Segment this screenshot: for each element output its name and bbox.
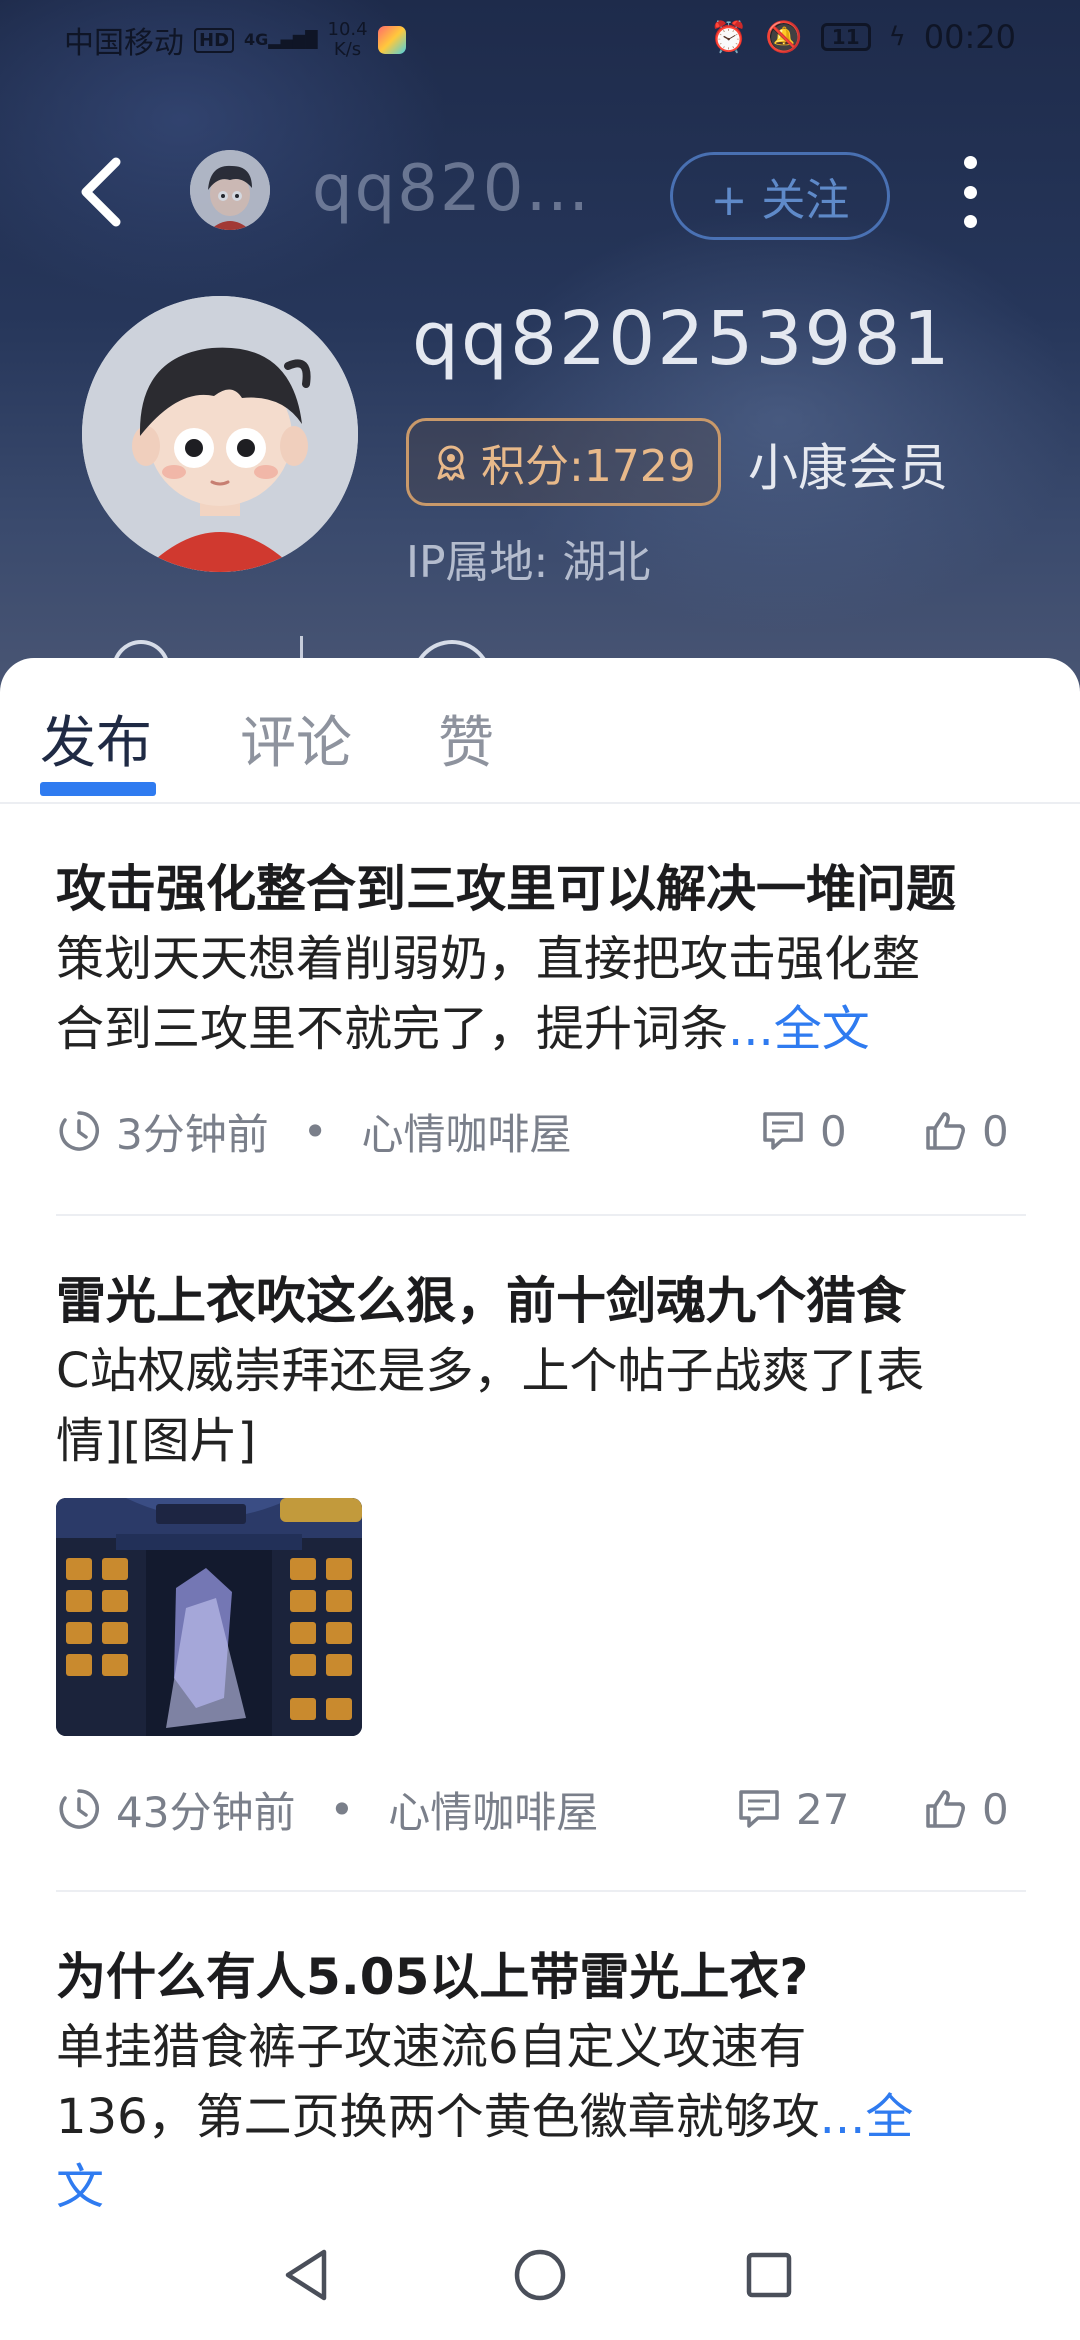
status-left: 中国移动 HD 4G▂▄▆█ 10.4 K/s [64, 18, 406, 62]
post-time-label: 43分钟前 [116, 1787, 296, 1837]
more-dot-icon [963, 215, 977, 228]
post-time: 43分钟前 [56, 1779, 295, 1840]
battery-level: 11 [831, 25, 860, 49]
header-avatar[interactable] [190, 150, 270, 230]
clock-icon [59, 1789, 99, 1829]
signal-icon: 4G▂▄▆█ [244, 30, 318, 49]
cartoon-avatar-icon [82, 296, 358, 572]
mute-bell-icon: 🔕 [765, 19, 803, 55]
post-body[interactable]: 策划天天想着削弱奶，直接把攻击强化整 合到三攻里不就完了，提升词条...全文 [56, 924, 1026, 1064]
tab-posts[interactable]: 发布 [40, 698, 152, 779]
post-forum[interactable]: 心情咖啡屋 [362, 1101, 572, 1162]
home-circle-icon [514, 2249, 566, 2301]
nav-recents-button[interactable] [734, 2240, 804, 2310]
chevron-left-icon [81, 157, 121, 227]
like-count-label: 0 [982, 1106, 1009, 1156]
post-divider [56, 1214, 1026, 1216]
comment-icon [763, 1112, 803, 1150]
more-dot-icon [963, 185, 977, 199]
speed-unit: K/s [333, 39, 362, 60]
meta-separator: • [302, 1106, 328, 1156]
post-body-line: 策划天天想着削弱奶，直接把攻击强化整 [56, 931, 921, 987]
comment-count[interactable]: 27 [736, 1785, 849, 1834]
profile-avatar[interactable] [82, 296, 358, 572]
post-body-line: 情][图片] [56, 1413, 257, 1469]
comment-count[interactable]: 0 [760, 1107, 847, 1156]
post-time: 3分钟前 [56, 1101, 269, 1162]
like-count[interactable]: 0 [922, 1107, 1009, 1156]
more-options-button[interactable] [950, 156, 990, 228]
network-speed: 10.4 K/s [328, 20, 368, 60]
post-title[interactable]: 雷光上衣吹这么狠，前十剑魂九个猎食 [56, 1266, 1026, 1336]
points-badge[interactable]: 积分:1729 [406, 418, 721, 506]
thumbs-up-icon [926, 1112, 965, 1150]
recents-square-icon [746, 2252, 792, 2298]
alarm-icon: ⏰ [710, 19, 748, 55]
follow-button[interactable]: + 关注 [670, 152, 890, 240]
full-text-link[interactable]: 全 [865, 2089, 913, 2145]
post-meta: 43分钟前 • 心情咖啡屋 27 0 [56, 1774, 1026, 1844]
post-divider [56, 1890, 1026, 1892]
comment-count-label: 0 [820, 1106, 847, 1156]
post-body[interactable]: C站权威崇拜还是多，上个帖子战爽了[表 情][图片] [56, 1336, 1026, 1476]
nav-back-button[interactable] [274, 2240, 344, 2310]
post-body-line: 合到三攻里不就完了，提升词条 [56, 1001, 729, 1057]
post-image-thumbnail[interactable] [56, 1498, 362, 1736]
network-type-label: 4G [244, 30, 269, 49]
carrier-label: 中国移动 [64, 26, 184, 61]
tab-comments[interactable]: 评论 [240, 698, 352, 779]
member-level: 小康会员 [748, 439, 948, 497]
header-username: qq820… [312, 152, 592, 226]
like-count-label: 0 [982, 1784, 1009, 1834]
cartoon-avatar-icon [190, 150, 270, 230]
comment-count-label: 27 [796, 1784, 850, 1834]
post-meta: 3分钟前 • 心情咖啡屋 0 0 [56, 1096, 1026, 1166]
post-item[interactable]: 雷光上衣吹这么狠，前十剑魂九个猎食 C站权威崇拜还是多，上个帖子战爽了[表 情]… [56, 1266, 1026, 1837]
charging-icon: ϟ [888, 22, 906, 52]
post-title[interactable]: 攻击强化整合到三攻里可以解决一堆问题 [56, 854, 1026, 924]
post-time-label: 3分钟前 [116, 1109, 269, 1159]
profile-username: qq820253981 [412, 296, 952, 382]
post-item[interactable]: 攻击强化整合到三攻里可以解决一堆问题 策划天天想着削弱奶，直接把攻击强化整 合到… [56, 854, 1026, 1159]
post-body-line: C站权威崇拜还是多，上个帖子战爽了[表 [56, 1343, 925, 1399]
like-count[interactable]: 0 [922, 1785, 1009, 1834]
system-navigation-bar [0, 2210, 1080, 2340]
speed-value: 10.4 [327, 19, 368, 40]
status-right: ⏰ 🔕 11 ϟ 00:20 [710, 18, 1016, 56]
points-label: 积分:1729 [481, 441, 696, 492]
medal-icon [437, 445, 465, 481]
ip-location: IP属地: 湖北 [406, 537, 651, 588]
clock: 00:20 [923, 18, 1016, 56]
battery-icon: 11 [820, 23, 871, 51]
game-screenshot-image [56, 1498, 362, 1736]
ellipsis: ... [728, 1001, 774, 1057]
nav-home-button[interactable] [505, 2240, 575, 2310]
post-forum[interactable]: 心情咖啡屋 [388, 1779, 598, 1840]
status-bar: 中国移动 HD 4G▂▄▆█ 10.4 K/s ⏰ 🔕 11 ϟ 00:20 [0, 0, 1080, 76]
active-tab-indicator [40, 782, 156, 796]
tab-likes[interactable]: 赞 [438, 698, 494, 779]
more-dot-icon [963, 156, 977, 169]
clock-icon [59, 1111, 99, 1151]
comment-icon [739, 1790, 779, 1828]
hd-badge: HD [194, 27, 235, 53]
meta-separator: • [329, 1784, 355, 1834]
tab-bar: 发布 评论 赞 [0, 658, 1080, 804]
back-button[interactable] [72, 152, 132, 232]
app-notification-icon [377, 26, 406, 54]
ellipsis: ... [819, 2089, 866, 2145]
post-title[interactable]: 为什么有人5.05以上带雷光上衣? [56, 1942, 1026, 2012]
back-triangle-icon [285, 2249, 327, 2301]
post-body-line: 136，第二页换两个黄色徽章就够攻 [56, 2089, 820, 2145]
post-body-line: 单挂猎食裤子攻速流6自定义攻速有 [56, 2019, 807, 2075]
content-card: 发布 评论 赞 攻击强化整合到三攻里可以解决一堆问题 策划天天想着削弱奶，直接把… [0, 658, 1080, 2340]
post-body[interactable]: 单挂猎食裤子攻速流6自定义攻速有 136，第二页换两个黄色徽章就够攻...全 文 [56, 2012, 1026, 2222]
full-text-link[interactable]: 文 [56, 2159, 104, 2215]
post-item[interactable]: 为什么有人5.05以上带雷光上衣? 单挂猎食裤子攻速流6自定义攻速有 136，第… [56, 1942, 1026, 2222]
full-text-link[interactable]: 全文 [774, 1001, 870, 1057]
thumbs-up-icon [926, 1790, 965, 1828]
